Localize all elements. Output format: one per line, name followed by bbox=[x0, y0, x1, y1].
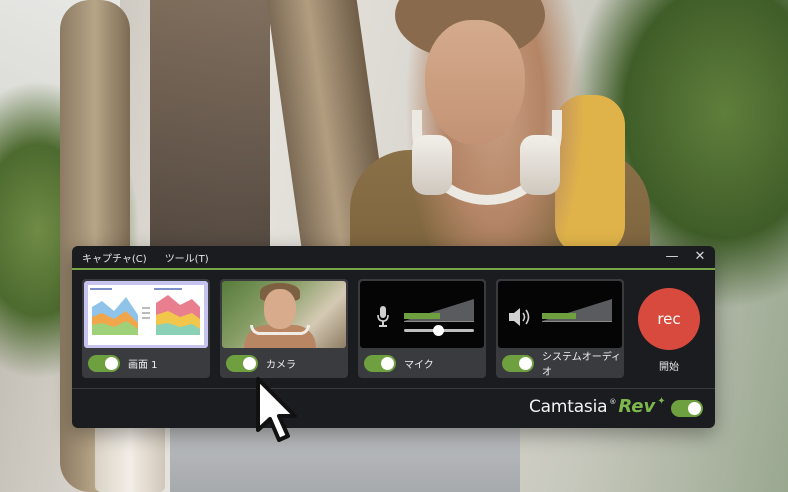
system-audio-meter bbox=[498, 281, 622, 348]
camera-label: カメラ bbox=[266, 359, 296, 371]
menu-capture[interactable]: キャプチャ(C) bbox=[82, 250, 147, 265]
microphone-level-bar bbox=[404, 313, 440, 319]
record-button[interactable]: rec bbox=[638, 288, 700, 350]
microphone-icon bbox=[377, 306, 389, 327]
camera-panel-footer: カメラ bbox=[220, 348, 348, 378]
screen-label: 画面 1 bbox=[128, 359, 158, 371]
camera-panel[interactable]: カメラ bbox=[220, 279, 348, 378]
screen-toggle[interactable] bbox=[88, 354, 120, 372]
screen-preview-charts bbox=[90, 288, 200, 335]
microphone-label: マイク bbox=[404, 359, 434, 371]
camera-preview-face bbox=[264, 289, 296, 329]
camera-preview bbox=[222, 281, 346, 348]
microphone-gain-handle[interactable] bbox=[433, 325, 444, 336]
rev-toggle[interactable] bbox=[671, 400, 703, 417]
start-label: 開始 bbox=[659, 362, 679, 373]
menu-tools[interactable]: ツール(T) bbox=[165, 250, 209, 265]
brand-name: Camtasia bbox=[529, 397, 608, 417]
microphone-meter bbox=[360, 281, 484, 348]
system-audio-panel[interactable]: システムオーディオ bbox=[496, 279, 624, 378]
menu-bar: キャプチャ(C) ツール(T) bbox=[72, 250, 209, 265]
screen-panel-footer: 画面 1 bbox=[82, 348, 210, 378]
brand-registered-mark: ® bbox=[609, 398, 617, 406]
system-audio-label: システムオーディオ bbox=[542, 352, 621, 378]
mouse-pointer-icon bbox=[256, 377, 297, 442]
window-controls: — ✕ bbox=[665, 249, 707, 265]
system-audio-panel-footer: システムオーディオ bbox=[496, 348, 624, 378]
footer-divider bbox=[72, 388, 715, 389]
minimize-button[interactable]: — bbox=[665, 249, 679, 265]
speaker-icon bbox=[509, 308, 530, 326]
camera-toggle[interactable] bbox=[226, 354, 258, 372]
brand-logo: Camtasia ® Rev ✦ bbox=[529, 396, 666, 417]
record-button-label: rec bbox=[657, 310, 681, 328]
headphone-ear bbox=[520, 135, 560, 195]
capture-panels: 画面 1 カメラ マイク システムオーディオ bbox=[82, 279, 624, 378]
sparkle-icon: ✦ bbox=[657, 396, 666, 407]
system-audio-level-bar bbox=[542, 313, 576, 319]
headphone-ear bbox=[412, 135, 452, 195]
screen-preview bbox=[84, 281, 208, 348]
recorder-window: キャプチャ(C) ツール(T) — ✕ 画面 1 カメラ マイク システムオーデ… bbox=[72, 246, 715, 428]
close-button[interactable]: ✕ bbox=[693, 249, 707, 265]
cup bbox=[95, 418, 165, 492]
microphone-panel[interactable]: マイク bbox=[358, 279, 486, 378]
brand-product: Rev bbox=[618, 396, 656, 417]
screen-panel[interactable]: 画面 1 bbox=[82, 279, 210, 378]
system-audio-level-baseline bbox=[542, 321, 612, 322]
microphone-level-baseline bbox=[404, 321, 474, 322]
system-audio-toggle[interactable] bbox=[502, 354, 534, 372]
accent-divider bbox=[72, 268, 715, 270]
microphone-panel-footer: マイク bbox=[358, 348, 486, 378]
screen-preview-document bbox=[88, 285, 204, 345]
title-bar: キャプチャ(C) ツール(T) — ✕ bbox=[72, 246, 715, 268]
microphone-toggle[interactable] bbox=[364, 354, 396, 372]
background-door-frame bbox=[150, 0, 270, 260]
